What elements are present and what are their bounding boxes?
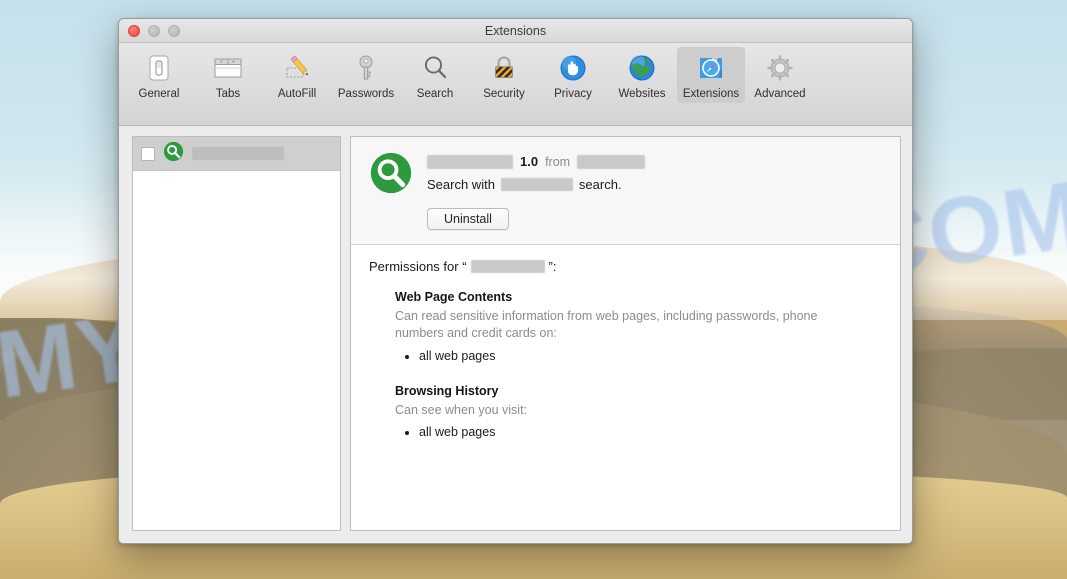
tabs-icon: × + — [211, 51, 245, 85]
desktop-background: MYANTISPYWARE.COM Extensions — [0, 0, 1067, 579]
toolbar-tab-search-label: Search — [416, 88, 454, 100]
extension-title-line: 1.0 from — [427, 154, 884, 169]
permission-group-items: all web pages — [419, 347, 884, 366]
general-icon — [142, 51, 176, 85]
toolbar-tab-extensions-label: Extensions — [682, 88, 740, 100]
toolbar-tab-general-label: General — [138, 88, 180, 100]
extension-detail-pane: 1.0 from Search with search. Uninstall P… — [350, 136, 901, 531]
permissions-suffix: ”: — [548, 259, 557, 274]
extension-description: Search with search. — [427, 177, 884, 192]
permission-group-title: Web Page Contents — [395, 290, 513, 304]
toolbar-tab-security-label: Security — [483, 88, 525, 100]
toolbar-tab-extensions[interactable]: Extensions — [677, 47, 745, 103]
list-item: all web pages — [419, 347, 884, 366]
extension-description-prefix: Search with — [427, 177, 495, 192]
toolbar-tab-advanced[interactable]: Advanced — [746, 47, 814, 103]
permissions-heading: Permissions for “ ”: — [369, 259, 884, 274]
permission-group-web-page-contents: Web Page Contents Can read sensitive inf… — [395, 290, 884, 366]
traffic-light-group — [128, 25, 180, 37]
toolbar-tab-websites-label: Websites — [618, 88, 666, 100]
permission-group-items: all web pages — [419, 423, 884, 442]
toolbar-tab-websites[interactable]: Websites — [608, 47, 676, 103]
toolbar-tab-advanced-label: Advanced — [754, 88, 806, 100]
extension-name-redacted — [427, 154, 513, 169]
extensions-list[interactable] — [132, 136, 341, 531]
permission-group-description: Can see when you visit: — [395, 402, 528, 417]
svg-text:×: × — [220, 60, 223, 66]
advanced-icon — [763, 51, 797, 85]
extension-description-redacted — [500, 178, 573, 191]
extension-version: 1.0 — [520, 154, 539, 169]
uninstall-button[interactable]: Uninstall — [427, 208, 509, 230]
preferences-toolbar: General × + Tabs AutoFill Passwords Sear… — [119, 43, 912, 126]
list-item: all web pages — [419, 423, 884, 442]
toolbar-tab-security[interactable]: Security — [470, 47, 538, 103]
toolbar-tab-privacy-label: Privacy — [554, 88, 592, 100]
permission-group-title: Browsing History — [395, 383, 499, 398]
close-button[interactable] — [128, 25, 140, 37]
green-magnifier-icon — [163, 141, 184, 167]
websites-icon — [625, 51, 659, 85]
security-icon — [487, 51, 521, 85]
toolbar-tab-autofill-label: AutoFill — [277, 88, 317, 100]
autofill-icon — [280, 51, 314, 85]
preferences-window: Extensions General × + Tabs AutoFill Pas… — [118, 18, 913, 544]
toolbar-tab-privacy[interactable]: Privacy — [539, 47, 607, 103]
toolbar-tab-search[interactable]: Search — [401, 47, 469, 103]
preferences-content: 1.0 from Search with search. Uninstall P… — [119, 126, 912, 543]
permission-group-browsing-history: Browsing History Can see when you visit:… — [395, 384, 884, 443]
minimize-button[interactable] — [148, 25, 160, 37]
zoom-button[interactable] — [168, 25, 180, 37]
toolbar-tab-passwords[interactable]: Passwords — [332, 47, 400, 103]
permissions-prefix: Permissions for “ — [369, 259, 467, 274]
window-title: Extensions — [484, 24, 547, 38]
svg-text:+: + — [232, 60, 235, 66]
permission-group-description: Can read sensitive information from web … — [395, 309, 818, 340]
toolbar-tab-passwords-label: Passwords — [337, 88, 395, 100]
green-magnifier-icon — [369, 151, 413, 230]
extension-detail-header: 1.0 from Search with search. Uninstall — [351, 137, 900, 245]
toolbar-tab-tabs[interactable]: × + Tabs — [194, 47, 262, 103]
search-icon — [418, 51, 452, 85]
extension-from-label: from — [545, 154, 571, 169]
window-titlebar[interactable]: Extensions — [119, 19, 912, 43]
list-item[interactable] — [133, 137, 340, 171]
toolbar-tab-tabs-label: Tabs — [215, 88, 241, 100]
permissions-subject-redacted — [470, 260, 545, 273]
extension-description-suffix: search. — [578, 177, 622, 192]
extension-enabled-checkbox[interactable] — [141, 146, 155, 161]
extensions-icon — [694, 51, 728, 85]
toolbar-tab-autofill[interactable]: AutoFill — [263, 47, 331, 103]
extension-permissions-pane: Permissions for “ ”: Web Page Contents C… — [351, 245, 900, 530]
extension-name-redacted — [192, 147, 284, 160]
extension-developer-redacted — [577, 154, 646, 169]
toolbar-tab-general[interactable]: General — [125, 47, 193, 103]
privacy-icon — [556, 51, 590, 85]
extension-detail-text: 1.0 from Search with search. Uninstall — [427, 151, 884, 230]
passwords-icon — [349, 51, 383, 85]
